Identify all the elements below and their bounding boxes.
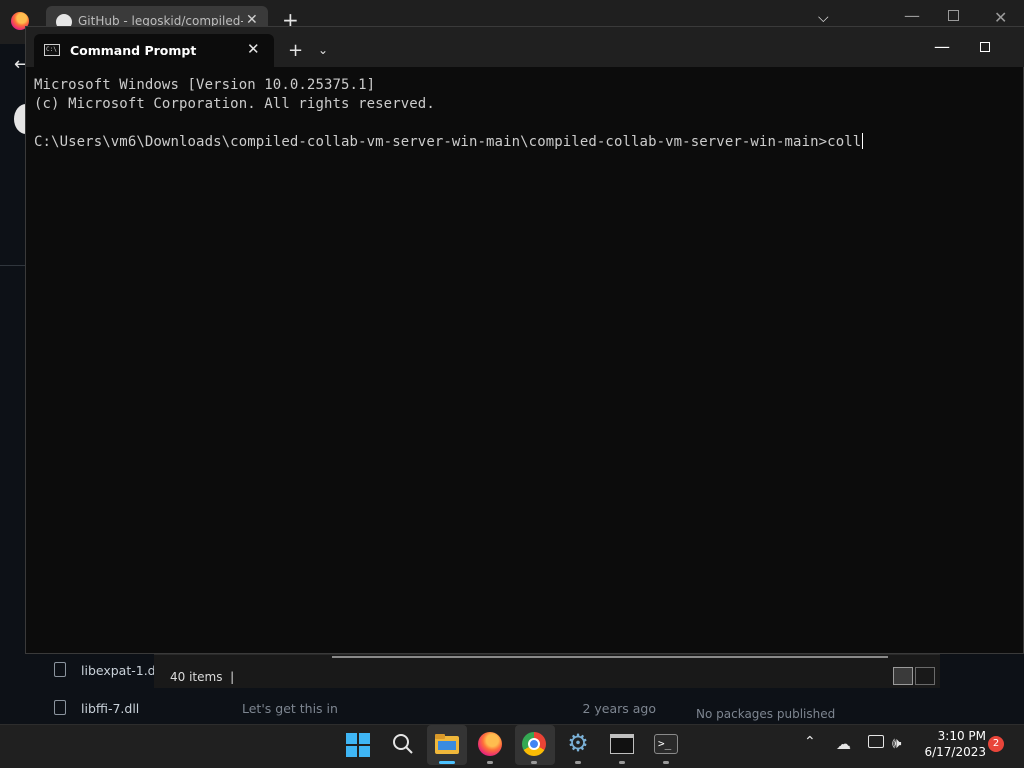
file-icon — [54, 700, 66, 715]
active-indicator — [439, 761, 455, 764]
terminal-output[interactable]: Microsoft Windows [Version 10.0.25375.1]… — [34, 76, 1014, 152]
chrome-icon — [522, 732, 546, 756]
terminal-line: (c) Microsoft Corporation. All rights re… — [34, 96, 435, 112]
horizontal-scrollbar[interactable] — [332, 656, 888, 658]
commit-message[interactable]: Let's get this in — [242, 701, 338, 716]
tiles-view-button[interactable] — [915, 667, 935, 685]
file-row[interactable]: libffi-7.dll Let's get this in 2 years a… — [46, 694, 656, 724]
terminal-prompt-line[interactable]: C:\Users\vm6\Downloads\compiled-collab-v… — [34, 133, 1014, 152]
new-tab-button[interactable]: + — [288, 40, 303, 61]
file-explorer-icon — [435, 734, 459, 754]
clock-time[interactable]: 3:10 PM — [920, 729, 986, 743]
terminal-command-input[interactable]: C:\Users\vm6\Downloads\compiled-collab-v… — [34, 134, 861, 150]
packages-status: No packages published — [696, 707, 836, 721]
chevron-up-icon[interactable]: ⌃ — [804, 734, 816, 750]
terminal-maximize-button[interactable] — [980, 42, 990, 52]
browser-minimize-button[interactable]: — — [904, 6, 920, 25]
text-cursor — [862, 133, 864, 149]
network-icon[interactable] — [868, 735, 884, 748]
close-icon[interactable]: ✕ — [247, 40, 260, 58]
running-indicator — [487, 761, 493, 764]
browser-close-button[interactable]: ✕ — [994, 8, 1007, 27]
terminal-line: Microsoft Windows [Version 10.0.25375.1] — [34, 77, 376, 93]
explorer-status-bar — [154, 654, 940, 688]
item-count: 40 items | — [170, 670, 235, 684]
command-prompt-icon[interactable] — [610, 734, 634, 754]
running-indicator — [531, 761, 537, 764]
commit-age: 2 years ago — [582, 701, 656, 716]
firefox-icon[interactable] — [478, 732, 502, 756]
terminal-minimize-button[interactable]: — — [934, 37, 950, 56]
running-indicator — [663, 761, 669, 764]
windows-start-icon[interactable] — [346, 733, 370, 757]
browser-restore-button[interactable] — [948, 10, 959, 21]
command-prompt-icon: C:\ — [44, 44, 60, 56]
details-view-button[interactable] — [893, 667, 913, 685]
file-icon — [54, 662, 66, 677]
onedrive-icon[interactable]: ☁ — [836, 735, 851, 753]
running-indicator — [575, 761, 581, 764]
terminal-tab-title: Command Prompt — [70, 43, 197, 58]
notification-badge[interactable]: 2 — [988, 736, 1004, 752]
file-name[interactable]: libexpat-1.dll — [81, 663, 163, 678]
terminal-icon[interactable]: >_ — [654, 734, 678, 754]
search-icon[interactable] — [392, 733, 414, 755]
running-indicator — [619, 761, 625, 764]
chevron-down-icon[interactable]: ⌄ — [318, 43, 328, 57]
settings-gear-icon[interactable]: ⚙ — [566, 731, 590, 755]
volume-icon[interactable]: 🕪 — [892, 734, 901, 752]
divider — [0, 265, 25, 266]
clock-date[interactable]: 6/17/2023 — [920, 745, 986, 759]
chevron-down-icon[interactable]: ⌵ — [818, 10, 829, 26]
file-name[interactable]: libffi-7.dll — [81, 701, 139, 716]
